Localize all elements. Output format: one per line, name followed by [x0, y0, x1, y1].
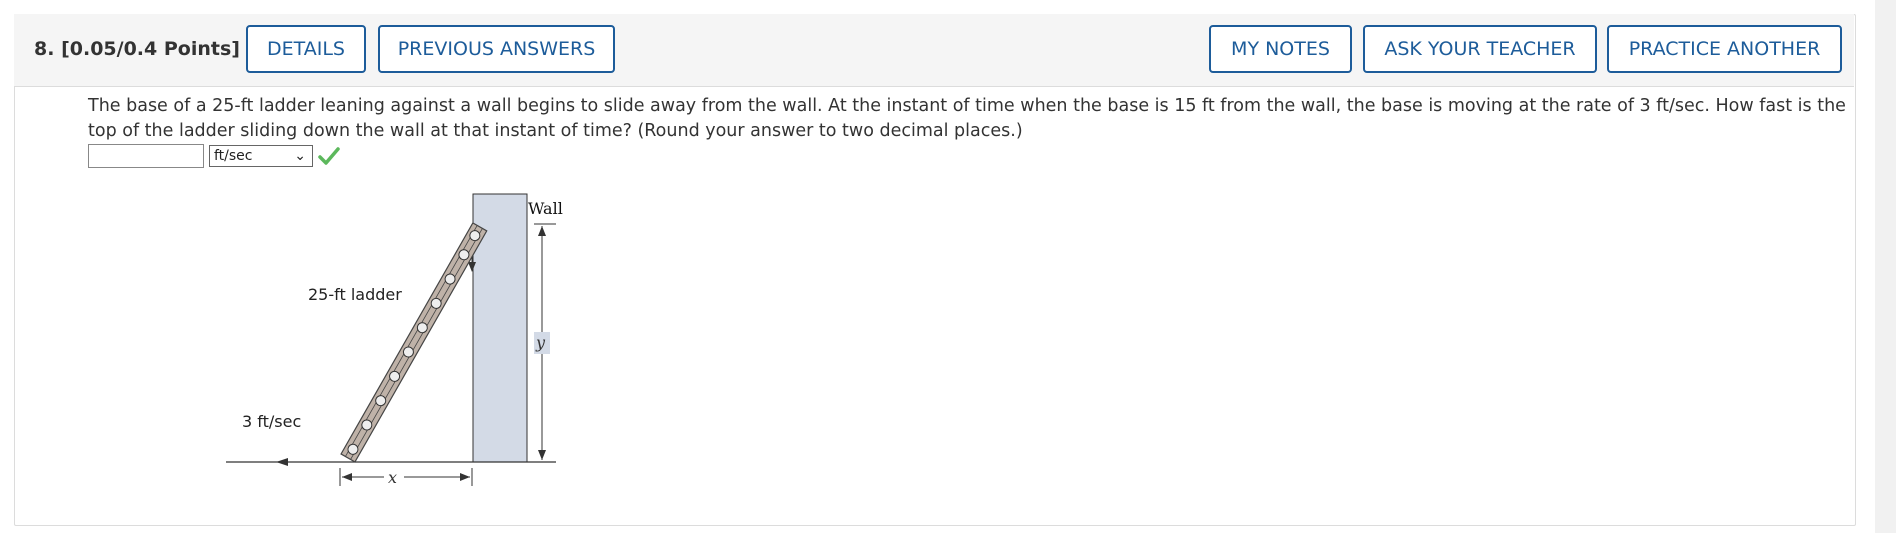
question-title: 8. [0.05/0.4 Points]	[34, 38, 240, 60]
velocity-arrow	[276, 458, 288, 466]
ask-your-teacher-button[interactable]: ASK YOUR TEACHER	[1363, 25, 1597, 73]
unit-select-value: ft/sec	[214, 148, 253, 164]
unit-select[interactable]: ft/sec ⌄	[209, 145, 313, 167]
details-button[interactable]: DETAILS	[246, 25, 366, 73]
my-notes-button[interactable]: MY NOTES	[1209, 25, 1352, 73]
ladder-label: 25-ft ladder	[308, 285, 402, 304]
x-arrow-left	[342, 473, 352, 481]
rate-label: 3 ft/sec	[242, 412, 301, 431]
y-arrow-up	[538, 226, 546, 236]
x-arrow-right	[460, 473, 470, 481]
practice-another-button[interactable]: PRACTICE ANOTHER	[1607, 25, 1842, 73]
answer-input[interactable]	[88, 144, 204, 168]
x-label: x	[388, 468, 397, 487]
scrollbar[interactable]	[1875, 0, 1896, 533]
previous-answers-button[interactable]: PREVIOUS ANSWERS	[378, 25, 615, 73]
y-arrow-down	[538, 450, 546, 460]
ladder-figure: Wall y 25-ft ladder 3 ft/sec x	[226, 193, 563, 487]
question-points: [0.05/0.4 Points]	[61, 38, 240, 60]
check-icon	[318, 147, 340, 165]
question-text: The base of a 25-ft ladder leaning again…	[88, 96, 1846, 141]
y-label: y	[535, 333, 546, 352]
question-number: 8.	[34, 38, 55, 60]
ladder	[340, 222, 488, 463]
wall-label: Wall	[528, 199, 563, 218]
chevron-down-icon: ⌄	[294, 148, 306, 164]
